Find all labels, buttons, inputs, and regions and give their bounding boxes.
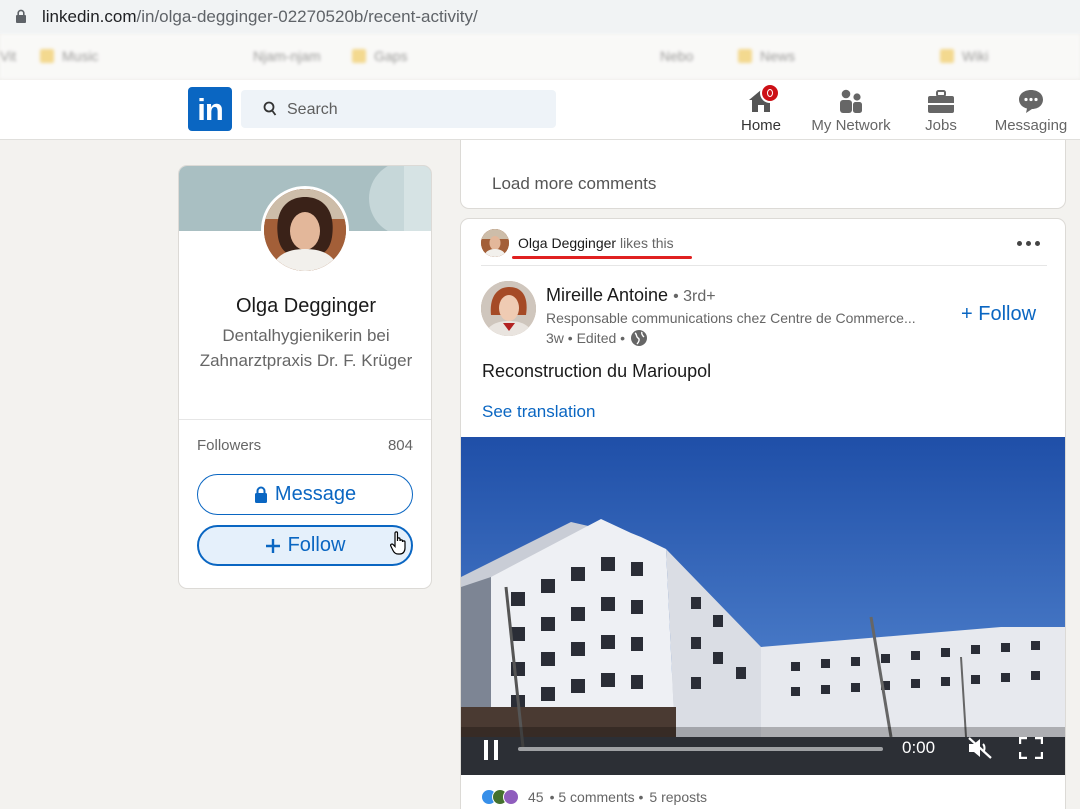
bookmark-item[interactable]: Gaps [352, 48, 407, 64]
bookmarks-bar: Vit Music Njam-njam Gaps Nebo News Wiki [0, 34, 1080, 80]
follow-label: Follow [287, 534, 346, 556]
see-translation-link[interactable]: See translation [482, 402, 595, 422]
comments-count[interactable]: • 5 comments • [550, 789, 644, 805]
reposts-count[interactable]: 5 reposts [649, 789, 707, 805]
folder-icon [940, 49, 954, 63]
video-player[interactable]: 0:00 [461, 437, 1065, 775]
connection-degree: • 3rd+ [673, 288, 716, 305]
url-text[interactable]: linkedin.com/in/olga-degginger-02270520b… [42, 7, 478, 27]
bookmark-item[interactable]: Wiki [940, 48, 988, 64]
author-name[interactable]: Mireille Antoine • 3rd+ [546, 285, 716, 306]
liker-action: likes this [619, 235, 674, 251]
briefcase-icon [928, 90, 954, 113]
lock-icon [254, 486, 267, 503]
followers-count: 804 [387, 437, 413, 454]
notification-badge [760, 83, 780, 103]
divider [481, 265, 1047, 266]
url-host: linkedin.com [42, 7, 137, 26]
bookmark-item[interactable]: Vit [0, 48, 16, 64]
nav-jobs-label: Jobs [925, 117, 957, 134]
pause-icon[interactable] [483, 740, 499, 760]
nav-home-label: Home [740, 117, 781, 134]
post-card: Olga Degginger likes this Mireille Antoi… [460, 218, 1066, 809]
lock-icon [16, 9, 26, 23]
search-input[interactable]: Search [241, 90, 556, 128]
message-label: Message [274, 483, 357, 505]
url-path: /in/olga-degginger-02270520b/recent-acti… [136, 7, 478, 26]
author-headline: Responsable communications chez Centre d… [546, 310, 916, 326]
folder-icon [40, 49, 54, 63]
load-more-comments-button[interactable]: Load more comments [492, 174, 656, 194]
bookmark-item[interactable]: Njam-njam [253, 48, 321, 64]
nav-my-network-label: My Network [811, 117, 891, 134]
liker-avatar[interactable] [481, 229, 509, 257]
message-button[interactable]: Message [197, 474, 413, 515]
divider [179, 419, 431, 420]
search-icon [263, 101, 277, 116]
video-controls: 0:00 [461, 727, 1065, 775]
comments-card: Load more comments [460, 140, 1066, 209]
social-counts: 45 • 5 comments • 5 reposts [481, 789, 707, 805]
search-placeholder: Search [287, 101, 338, 118]
linkedin-logo[interactable]: in [188, 87, 232, 131]
fullscreen-icon[interactable] [1019, 737, 1043, 759]
post-meta: 3w • Edited • [546, 329, 648, 347]
nav-jobs[interactable]: Jobs [920, 84, 962, 134]
folder-icon [352, 49, 366, 63]
profile-headline: Dentalhygienikerin bei Zahnarztpraxis Dr… [199, 326, 413, 370]
insightful-reaction-icon [503, 789, 519, 805]
globe-icon [631, 330, 648, 346]
follow-button[interactable]: Follow [197, 525, 413, 566]
browser-url-bar[interactable]: linkedin.com/in/olga-degginger-02270520b… [0, 0, 1080, 34]
hand-cursor-icon [390, 531, 406, 555]
video-progress-bar[interactable] [518, 747, 883, 751]
bookmark-item[interactable]: Nebo [660, 48, 693, 64]
post-follow-button[interactable]: + Follow [961, 303, 1036, 326]
nav-messaging-label: Messaging [994, 117, 1068, 134]
messaging-icon [1019, 90, 1043, 113]
nav-my-network[interactable]: My Network [808, 84, 894, 134]
reactions-count[interactable]: 45 [528, 789, 544, 805]
author-avatar[interactable] [481, 281, 536, 336]
profile-card: Olga Degginger Dentalhygienikerin bei Za… [178, 165, 432, 589]
red-underline-annotation [512, 256, 692, 259]
folder-icon [738, 49, 752, 63]
social-context: Olga Degginger likes this [518, 235, 674, 251]
profile-name[interactable]: Olga Degginger [179, 295, 431, 318]
liker-name[interactable]: Olga Degginger [518, 235, 616, 251]
more-options-icon[interactable] [1017, 241, 1040, 246]
bookmark-item[interactable]: News [738, 48, 795, 64]
followers-label: Followers [197, 437, 262, 454]
nav-home[interactable]: Home [739, 83, 783, 134]
network-icon [840, 89, 862, 113]
plus-icon [265, 538, 280, 553]
nav-messaging[interactable]: Messaging [992, 84, 1070, 134]
reaction-icons[interactable] [481, 789, 519, 805]
post-meta-text: 3w • Edited • [546, 330, 626, 346]
bookmark-item[interactable]: Music [40, 48, 99, 64]
post-text: Reconstruction du Marioupol [482, 361, 712, 381]
video-time: 0:00 [902, 738, 936, 757]
video-frame [461, 437, 1065, 775]
linkedin-nav: in Search Home My Network Jobs Messaging [0, 80, 1080, 140]
mute-icon[interactable] [967, 736, 993, 760]
profile-avatar[interactable] [261, 186, 349, 274]
